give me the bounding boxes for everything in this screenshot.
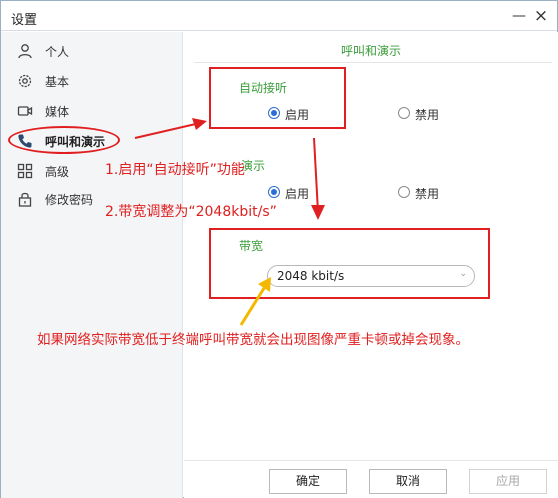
- bandwidth-select[interactable]: 2048 kbit/s ⌄: [267, 265, 475, 287]
- radio-label: 禁用: [415, 187, 440, 201]
- divider: [194, 62, 552, 63]
- sidebar-item-label: 媒体: [45, 105, 70, 119]
- lock-icon: [18, 192, 32, 207]
- footer-divider: [184, 460, 558, 461]
- grid-icon: [17, 163, 33, 179]
- gear-icon: [18, 74, 32, 88]
- ok-button[interactable]: 确定: [269, 469, 347, 494]
- radio-label: 启用: [285, 187, 310, 201]
- sidebar-item-advanced[interactable]: 高级: [1, 157, 183, 185]
- sidebar-item-personal[interactable]: 个人: [1, 37, 183, 65]
- radio-unchecked-icon: [398, 186, 410, 198]
- sidebar-item-label: 修改密码: [45, 193, 94, 207]
- main-panel: 呼叫和演示 自动接听 启用 禁用 演示 启用 禁用 带宽 2048 kbit/s…: [184, 32, 558, 498]
- sidebar: 个人 基本 媒体 呼叫和演示 高级 修改密码: [1, 32, 183, 498]
- person-icon: [18, 44, 32, 59]
- settings-window: 设置 — × 个人 基本 媒体 呼叫和演示 高级 修改密码 呼叫和演示 自动接听…: [0, 0, 558, 498]
- sidebar-item-label: 呼叫和演示: [45, 135, 106, 149]
- sidebar-item-label: 高级: [45, 165, 70, 179]
- radio-unchecked-icon: [398, 107, 410, 119]
- minimize-button[interactable]: —: [511, 8, 527, 24]
- sidebar-item-label: 基本: [45, 75, 70, 89]
- page-title: 呼叫和演示: [340, 44, 401, 58]
- bandwidth-label: 带宽: [239, 239, 264, 253]
- sidebar-item-basic[interactable]: 基本: [1, 67, 183, 95]
- sidebar-item-label: 个人: [45, 45, 70, 59]
- bandwidth-value: 2048 kbit/s: [277, 269, 345, 283]
- title-bar: 设置 — ×: [1, 1, 557, 31]
- phone-icon: [18, 134, 32, 148]
- close-button[interactable]: ×: [533, 8, 549, 25]
- radio-label: 启用: [285, 108, 310, 122]
- chevron-down-icon: ⌄: [459, 269, 467, 279]
- radio-checked-icon: [268, 107, 280, 119]
- auto-answer-label: 自动接听: [239, 81, 288, 95]
- radio-label: 禁用: [415, 108, 440, 122]
- apply-button[interactable]: 应用: [469, 469, 547, 494]
- sidebar-item-call-and-presentation[interactable]: 呼叫和演示: [1, 127, 183, 155]
- cancel-button[interactable]: 取消: [369, 469, 447, 494]
- sidebar-item-media[interactable]: 媒体: [1, 97, 183, 125]
- demo-label: 演示: [241, 159, 266, 173]
- camera-icon: [17, 106, 33, 116]
- window-title: 设置: [11, 13, 38, 28]
- sidebar-item-change-password[interactable]: 修改密码: [1, 185, 183, 213]
- radio-checked-icon: [268, 186, 280, 198]
